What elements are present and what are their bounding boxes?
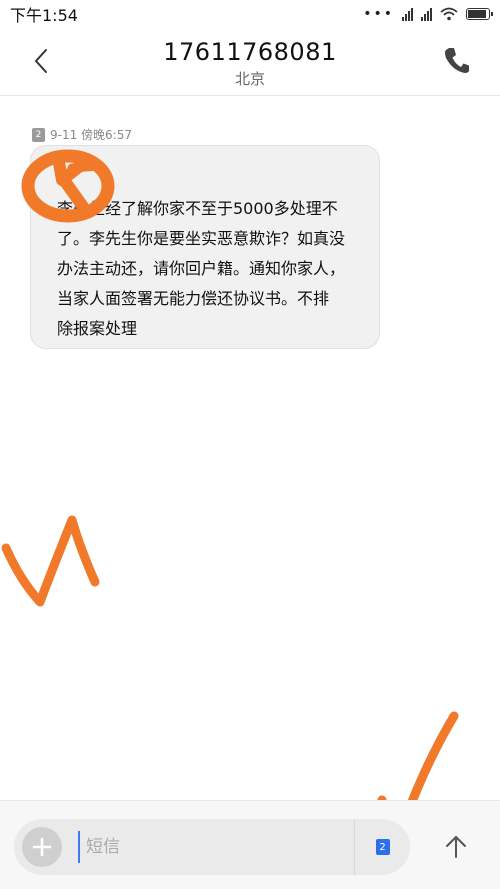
contact-title: 17611768081 北京 xyxy=(0,38,500,89)
composer-bar: 2 xyxy=(0,800,500,889)
status-bar: 下午1:54 ••• xyxy=(0,0,500,28)
message-meta: 2 9-11 傍晚6:57 xyxy=(32,126,132,143)
status-time: 下午1:54 xyxy=(10,6,78,25)
add-attachment-button[interactable] xyxy=(22,827,62,867)
sim-select-button[interactable]: 2 xyxy=(354,819,410,875)
scribble-zigzag-mark xyxy=(1,515,100,607)
sms-input[interactable] xyxy=(78,831,338,863)
sim-slot-badge: 2 xyxy=(375,839,390,855)
contact-number: 17611768081 xyxy=(163,38,337,66)
message-body: 李先生经了解你家不至于5000多处理不 了。李先生你是要坐实恶意欺诈？如真没 办… xyxy=(57,199,346,338)
plus-icon xyxy=(32,837,52,857)
signal-icon xyxy=(421,7,432,21)
send-button[interactable] xyxy=(438,829,474,865)
wifi-icon xyxy=(440,7,458,21)
call-button[interactable] xyxy=(444,46,472,76)
conversation-header: 17611768081 北京 xyxy=(0,28,500,96)
composer-pill: 2 xyxy=(14,819,410,875)
battery-icon xyxy=(466,8,493,20)
contact-location: 北京 xyxy=(234,70,265,88)
signal-icon xyxy=(402,7,413,21)
message-bubble[interactable]: 李先生经了解你家不至于5000多处理不 了。李先生你是要坐实恶意欺诈？如真没 办… xyxy=(30,145,380,349)
phone-icon xyxy=(445,48,469,73)
status-icons: ••• xyxy=(363,6,493,22)
arrow-up-icon xyxy=(446,836,466,858)
sim-badge: 2 xyxy=(32,127,45,142)
more-dots-icon: ••• xyxy=(363,6,394,22)
message-timestamp: 9-11 傍晚6:57 xyxy=(50,128,132,142)
